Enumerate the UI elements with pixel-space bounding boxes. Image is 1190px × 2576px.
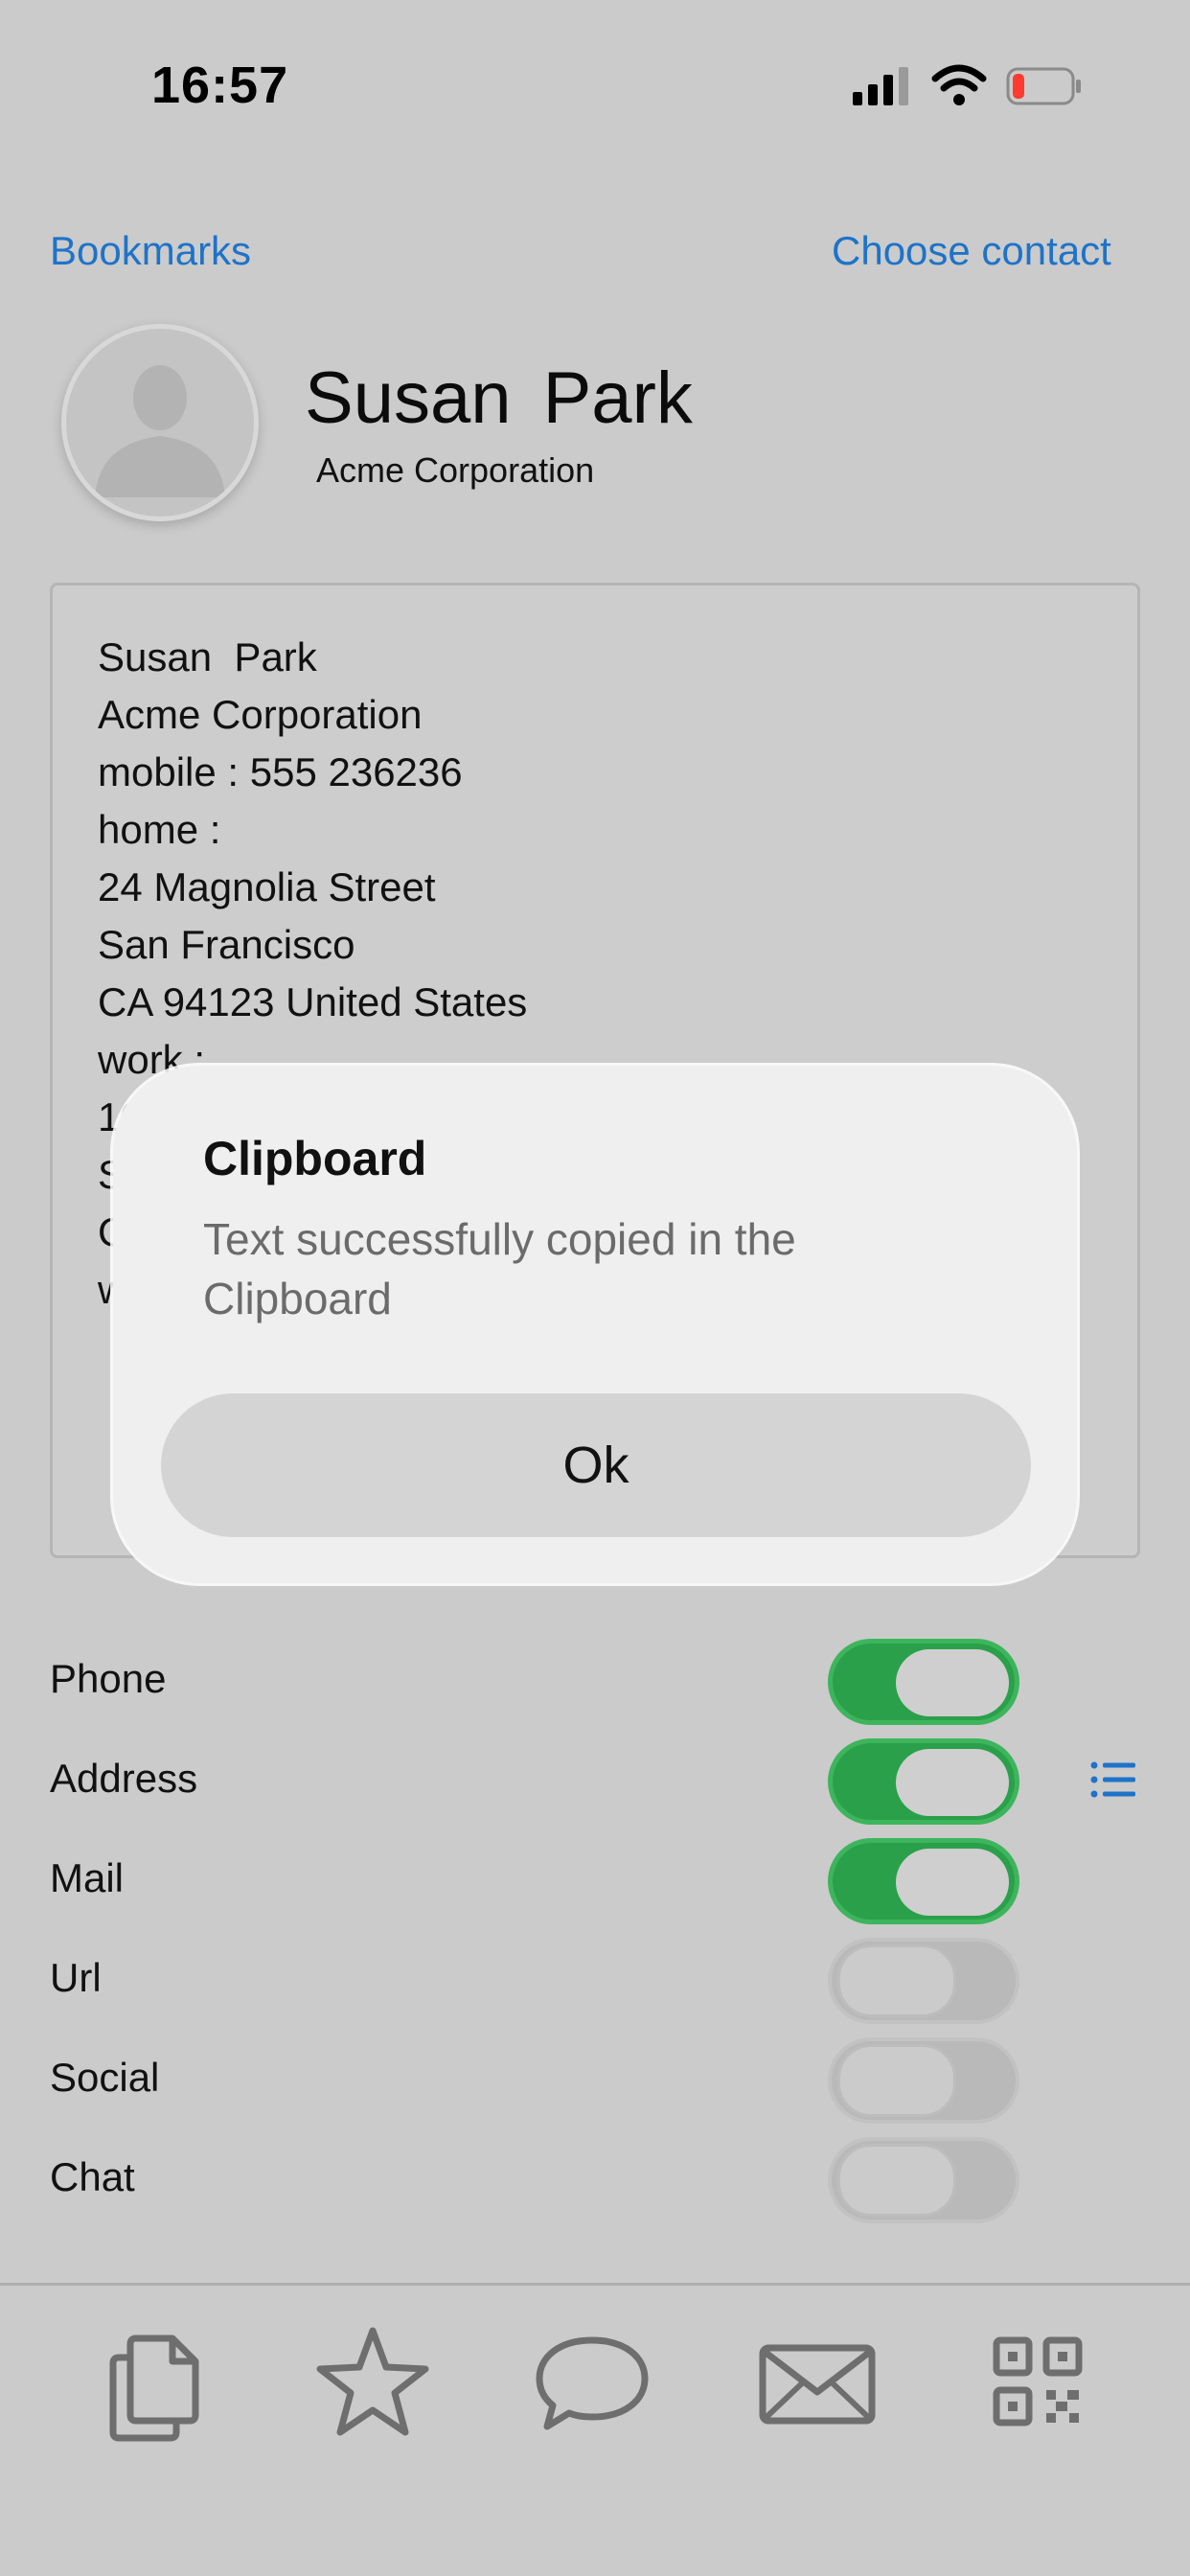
card-line: Acme Corporation (98, 692, 423, 737)
qr-code-icon[interactable] (975, 2319, 1100, 2444)
mail-icon[interactable] (755, 2319, 880, 2444)
bookmarks-link[interactable]: Bookmarks (50, 228, 251, 274)
url-toggle[interactable] (828, 1938, 1019, 2024)
toggle-label-address: Address (50, 1756, 198, 1801)
toggle-label-social: Social (50, 2055, 160, 2100)
ok-button[interactable]: Ok (161, 1393, 1031, 1537)
star-icon[interactable] (310, 2319, 435, 2444)
card-line: Susan Park (98, 634, 317, 679)
toggle-label-mail: Mail (50, 1855, 125, 1900)
phone-toggle[interactable] (828, 1639, 1019, 1725)
card-line: mobile : 555 236236 (98, 749, 463, 794)
mail-toggle[interactable] (828, 1838, 1019, 1924)
battery-icon (1006, 67, 1081, 105)
card-line: 24 Magnolia Street (98, 864, 436, 909)
card-line: home : (98, 807, 221, 852)
wifi-icon (931, 64, 987, 105)
address-toggle[interactable] (828, 1738, 1019, 1825)
choose-contact-link[interactable]: Choose contact (832, 228, 1111, 274)
toggle-label-url: Url (50, 1955, 102, 2000)
status-time: 16:57 (151, 57, 289, 114)
list-icon[interactable] (1090, 1760, 1136, 1800)
contact-name: Susan Park (305, 357, 693, 439)
cellular-signal-icon (853, 67, 912, 105)
chat-bubble-icon[interactable] (530, 2319, 654, 2444)
dialog-title: Clipboard (203, 1132, 427, 1185)
card-line: CA 94123 United States (98, 979, 528, 1024)
copy-icon[interactable] (96, 2319, 220, 2444)
toggle-label-phone: Phone (50, 1656, 167, 1701)
social-toggle[interactable] (828, 2037, 1019, 2124)
card-line: San Francisco (98, 922, 355, 967)
dialog-message: Text successfully copied in the Clipboar… (203, 1214, 796, 1323)
person-silhouette-icon (95, 365, 225, 497)
toggle-label-chat: Chat (50, 2154, 135, 2199)
contact-company: Acme Corporation (316, 450, 595, 490)
avatar[interactable] (61, 324, 259, 521)
chat-toggle[interactable] (828, 2137, 1019, 2223)
tab-bar-divider (0, 2283, 1190, 2286)
